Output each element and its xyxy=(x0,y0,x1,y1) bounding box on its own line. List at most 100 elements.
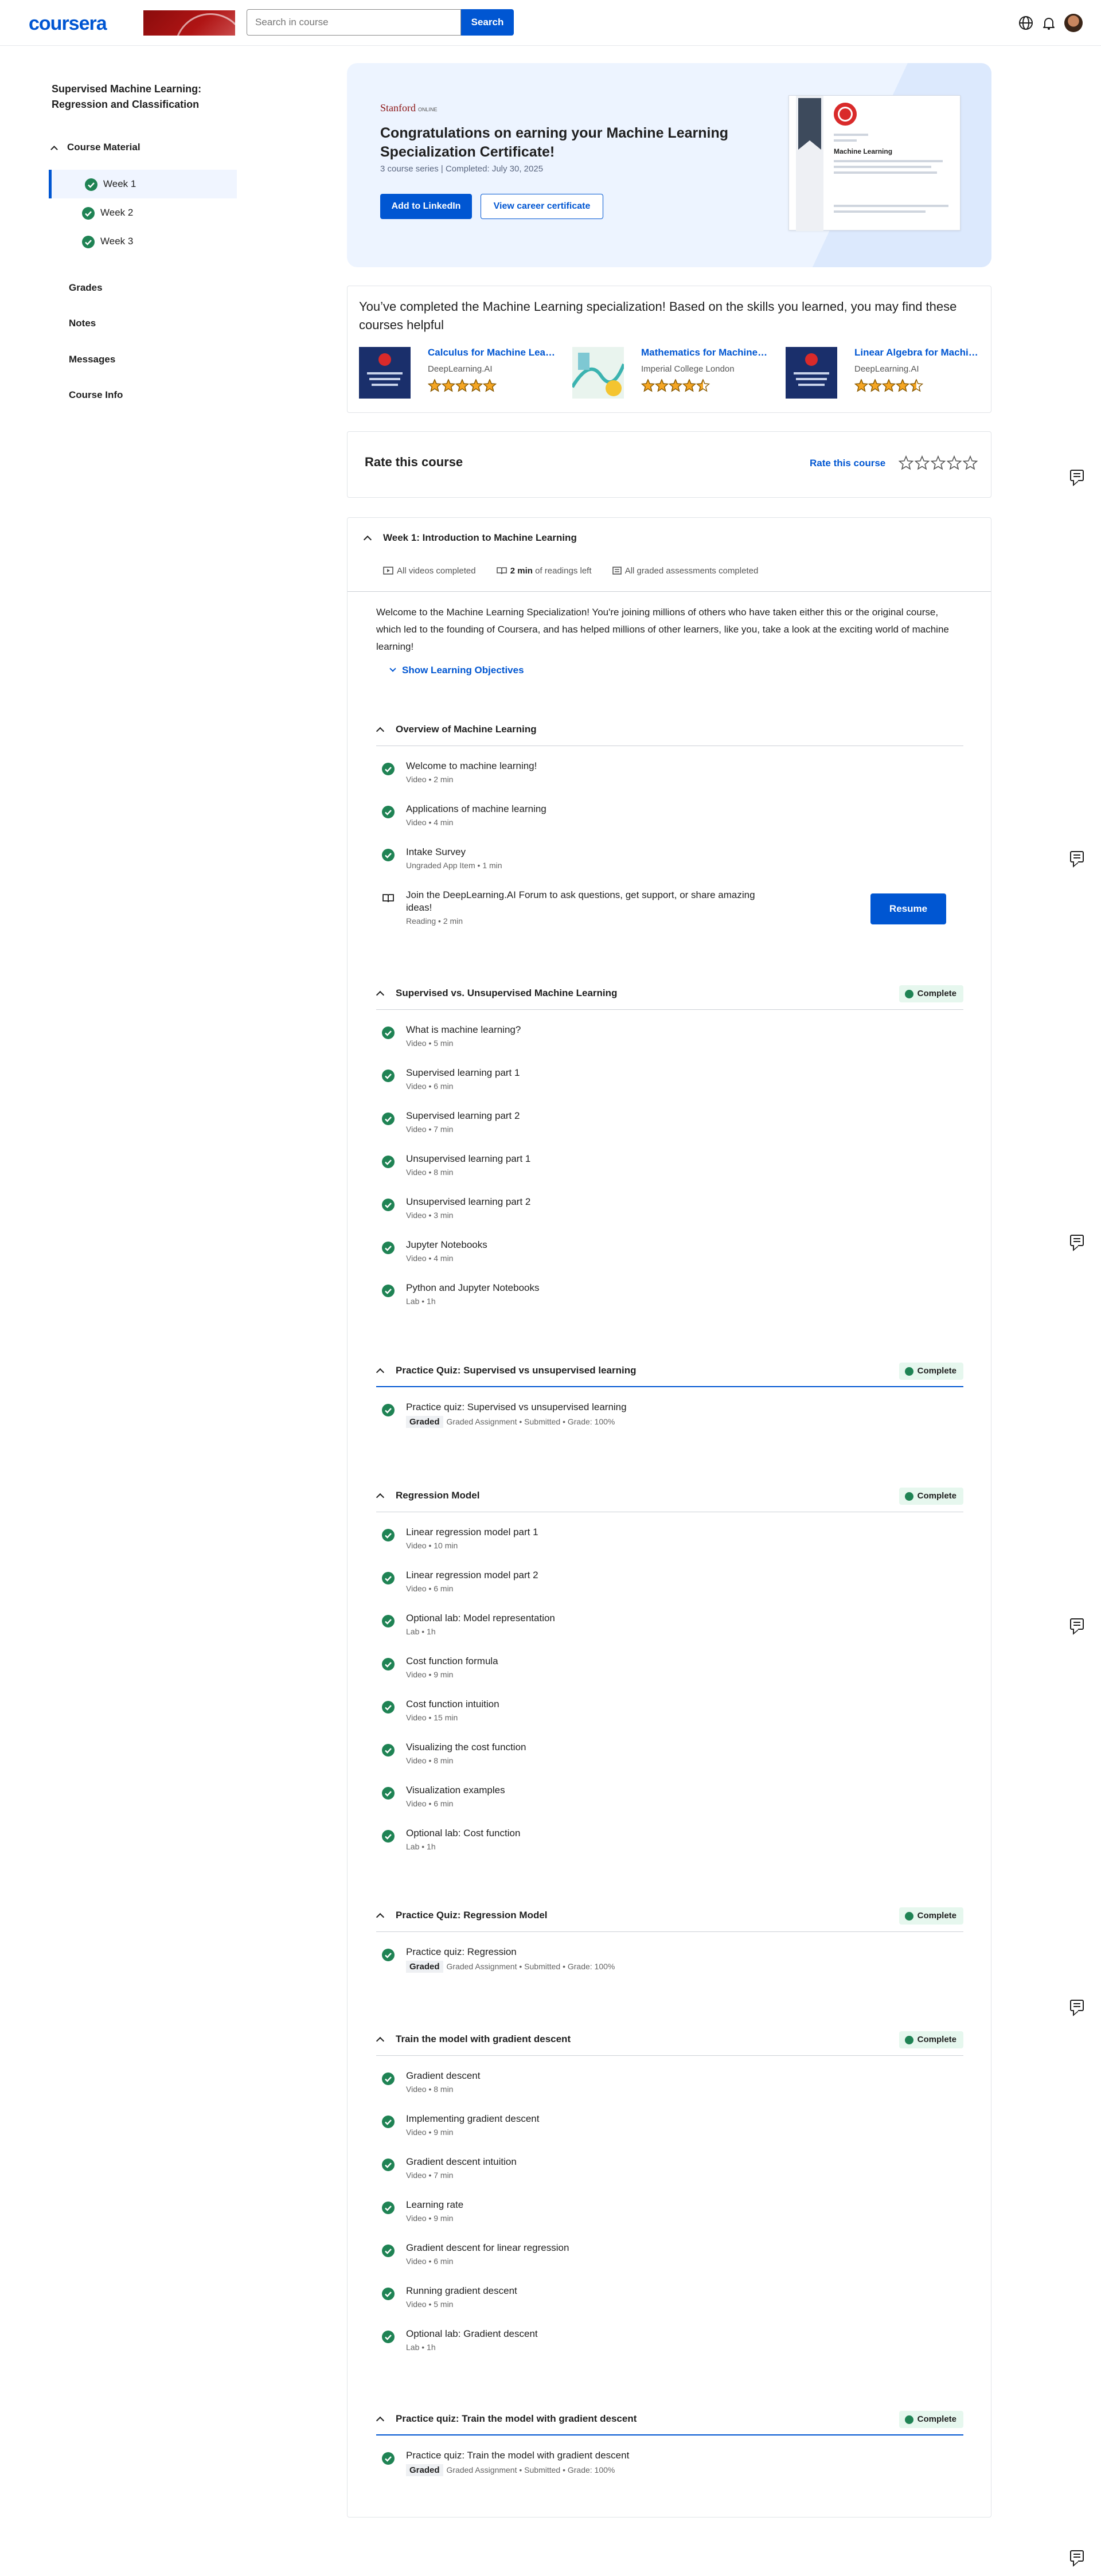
rating-input-stars[interactable] xyxy=(898,455,978,472)
sidebar-item-week-2[interactable]: Week 2 xyxy=(49,198,237,227)
list-item[interactable]: Practice quiz: Train the model with grad… xyxy=(376,2440,963,2483)
course-name[interactable]: Calculus for Machine Learning and Data S… xyxy=(428,347,555,358)
list-item[interactable]: Practice quiz: Regression Graded Graded As… xyxy=(376,1937,963,1980)
item-meta-text: Video • 8 min xyxy=(406,2085,454,2094)
feedback-icon[interactable] xyxy=(1070,851,1084,862)
search-input[interactable] xyxy=(247,9,461,36)
add-to-linkedin-button[interactable]: Add to LinkedIn xyxy=(380,194,472,219)
certificate-preview-image[interactable]: Machine Learning xyxy=(788,95,961,231)
list-item[interactable]: Jupyter Notebooks Video • 4 min xyxy=(376,1230,963,1273)
sidebar-item-course-info[interactable]: Course Info xyxy=(69,389,123,401)
list-item[interactable]: Optional lab: Gradient descent Lab • 1h xyxy=(376,2319,963,2362)
list-item[interactable]: Gradient descent for linear regression Vi… xyxy=(376,2232,963,2276)
list-item[interactable]: Running gradient descent Video • 5 min xyxy=(376,2276,963,2319)
week-header[interactable]: Week 1: Introduction to Machine Learning xyxy=(363,532,577,544)
list-item[interactable]: Practice quiz: Supervised vs unsupervise… xyxy=(376,1392,963,1435)
list-item[interactable]: Optional lab: Model representation Lab • … xyxy=(376,1603,963,1646)
star-icon[interactable] xyxy=(914,455,930,470)
check-circle-icon xyxy=(382,1027,395,1039)
assessments-stat-text: All graded assessments completed xyxy=(624,566,759,576)
item-name: Intake Survey xyxy=(406,846,466,857)
list-item[interactable]: Supervised learning part 2 Video • 7 min xyxy=(376,1100,963,1143)
avatar[interactable] xyxy=(1064,14,1083,32)
list-item[interactable]: Linear regression model part 1 Video • 10… xyxy=(376,1517,963,1560)
globe-icon[interactable] xyxy=(1018,15,1033,30)
list-item[interactable]: Unsupervised learning part 1 Video • 8 mi… xyxy=(376,1143,963,1186)
star-icon xyxy=(854,379,869,392)
graded-badge: Graded xyxy=(406,1961,443,1973)
item-name: Running gradient descent xyxy=(406,2285,517,2296)
check-circle-icon xyxy=(382,2072,395,2085)
view-career-certificate-button[interactable]: View career certificate xyxy=(481,194,603,219)
module-header[interactable]: Practice Quiz: Regression Model Complete xyxy=(376,1899,963,1932)
check-circle-icon xyxy=(382,1113,395,1125)
coursera-logo[interactable]: coursera xyxy=(29,13,107,35)
week-description: Welcome to the Machine Learning Speciali… xyxy=(376,607,949,652)
module-title: Practice quiz: Train the model with grad… xyxy=(396,2413,637,2424)
list-item[interactable]: Optional lab: Cost function Lab • 1h xyxy=(376,1818,963,1861)
star-icon[interactable] xyxy=(930,455,946,470)
resume-button[interactable]: Resume xyxy=(870,893,946,924)
feedback-icon[interactable] xyxy=(1070,470,1084,481)
star-icon xyxy=(654,379,669,392)
list-item[interactable]: Applications of machine learning Video • … xyxy=(376,794,963,837)
module-header[interactable]: Train the model with gradient descent Com… xyxy=(376,2023,963,2056)
bell-icon[interactable] xyxy=(1041,15,1056,30)
sidebar-item-messages[interactable]: Messages xyxy=(69,354,115,365)
list-item[interactable]: Visualizing the cost function Video • 8 m… xyxy=(376,1732,963,1775)
sidebar-item-week-1[interactable]: Week 1 xyxy=(49,170,237,198)
list-item[interactable]: Join the DeepLearning.AI Forum to ask qu… xyxy=(376,880,963,936)
module-header[interactable]: Practice quiz: Train the model with grad… xyxy=(376,2402,963,2436)
module-header[interactable]: Supervised vs. Unsupervised Machine Lear… xyxy=(376,977,963,1010)
sidebar-item-notes[interactable]: Notes xyxy=(69,318,96,329)
recommended-course[interactable]: Calculus for Machine Learning and Data S… xyxy=(359,347,565,402)
module-header[interactable]: Regression Model Complete xyxy=(376,1479,963,1512)
list-item[interactable]: Implementing gradient descent Video • 9 m… xyxy=(376,2103,963,2146)
course-name[interactable]: Linear Algebra for Machine Learning and … xyxy=(854,347,982,358)
list-item[interactable]: Visualization examples Video • 6 min xyxy=(376,1775,963,1818)
feedback-icon[interactable] xyxy=(1070,2550,1084,2562)
recommended-course[interactable]: Mathematics for Machine Learning Imperia… xyxy=(572,347,779,402)
check-circle-icon xyxy=(382,2245,395,2257)
list-item[interactable]: Gradient descent Video • 8 min xyxy=(376,2060,963,2103)
list-item[interactable]: Learning rate Video • 9 min xyxy=(376,2189,963,2232)
show-learning-objectives-button[interactable]: Show Learning Objectives xyxy=(389,665,524,676)
item-meta: Video • 9 min xyxy=(406,2128,963,2137)
list-item[interactable]: Gradient descent intuition Video • 7 min xyxy=(376,2146,963,2189)
check-circle-icon xyxy=(382,763,395,775)
list-item[interactable]: Supervised learning part 1 Video • 6 min xyxy=(376,1057,963,1100)
star-icon[interactable] xyxy=(898,455,914,470)
week-stats: All videos completed 2 min of readings l… xyxy=(383,566,776,576)
check-circle-icon xyxy=(382,1572,395,1584)
list-item[interactable]: Python and Jupyter Notebooks Lab • 1h xyxy=(376,1273,963,1316)
module-title: Practice Quiz: Regression Model xyxy=(396,1910,548,1921)
videos-stat: All videos completed xyxy=(383,566,476,576)
feedback-icon[interactable] xyxy=(1070,1618,1084,1630)
star-icon[interactable] xyxy=(962,455,978,470)
list-item[interactable]: Unsupervised learning part 2 Video • 3 mi… xyxy=(376,1186,963,1230)
feedback-icon[interactable] xyxy=(1070,2000,1084,2011)
module-header[interactable]: Overview of Machine Learning xyxy=(376,713,963,746)
list-item[interactable]: Cost function formula Video • 9 min xyxy=(376,1646,963,1689)
list-item[interactable]: What is machine learning? Video • 5 min xyxy=(376,1014,963,1057)
sidebar-item-week-3[interactable]: Week 3 xyxy=(49,227,237,256)
provider-sub: ONLINE xyxy=(418,107,438,112)
course-name[interactable]: Mathematics for Machine Learning xyxy=(641,347,768,358)
rate-course-link[interactable]: Rate this course xyxy=(810,458,885,469)
recommended-course[interactable]: Linear Algebra for Machine Learning and … xyxy=(786,347,992,402)
list-item[interactable]: Welcome to machine learning! Video • 2 mi… xyxy=(376,751,963,794)
list-item[interactable]: Intake Survey Ungraded App Item • 1 min xyxy=(376,837,963,880)
module-header[interactable]: Practice Quiz: Supervised vs unsupervise… xyxy=(376,1354,963,1387)
module-section: Practice quiz: Train the model with grad… xyxy=(376,2402,963,2483)
item-meta: Lab • 1h xyxy=(406,1627,963,1636)
search-button[interactable]: Search xyxy=(461,9,514,36)
list-item[interactable]: Linear regression model part 2 Video • 6 … xyxy=(376,1560,963,1603)
readings-stat-text: of readings left xyxy=(535,566,592,576)
sidebar-course-material[interactable]: Course Material xyxy=(50,142,140,153)
sidebar-item-grades[interactable]: Grades xyxy=(69,282,103,294)
item-name: Cost function intuition xyxy=(406,1699,499,1709)
list-item[interactable]: Cost function intuition Video • 15 min xyxy=(376,1689,963,1732)
star-icon[interactable] xyxy=(946,455,962,470)
sidebar-course-title[interactable]: Supervised Machine Learning: Regression … xyxy=(52,81,224,112)
feedback-icon[interactable] xyxy=(1070,1235,1084,1246)
